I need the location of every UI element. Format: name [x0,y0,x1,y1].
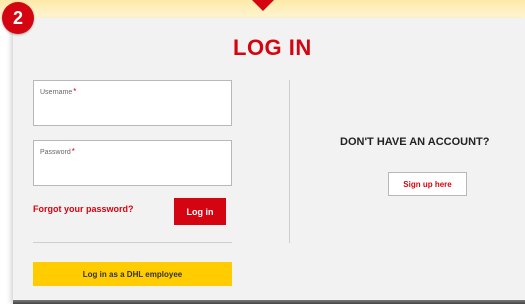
password-input[interactable] [34,157,231,183]
forgot-password-link[interactable]: Forgot your password? [33,204,134,214]
required-asterisk-icon: * [71,147,75,156]
password-field[interactable]: Password* [33,140,232,186]
username-label: Username* [40,87,77,96]
no-account-heading: DON'T HAVE AN ACCOUNT? [340,136,490,148]
step-number-badge: 2 [2,2,34,34]
form-divider [33,242,232,243]
down-pointer-icon [252,0,274,11]
column-divider [289,80,290,243]
panel-bottom-edge [13,300,525,304]
login-button[interactable]: Log in [174,198,226,225]
page-title: LOG IN [233,35,312,60]
username-field[interactable]: Username* [33,80,232,126]
password-label: Password* [40,147,75,156]
dhl-employee-login-button[interactable]: Log in as a DHL employee [33,262,232,286]
username-input[interactable] [34,97,231,123]
sign-up-button[interactable]: Sign up here [388,172,467,196]
required-asterisk-icon: * [73,87,77,96]
